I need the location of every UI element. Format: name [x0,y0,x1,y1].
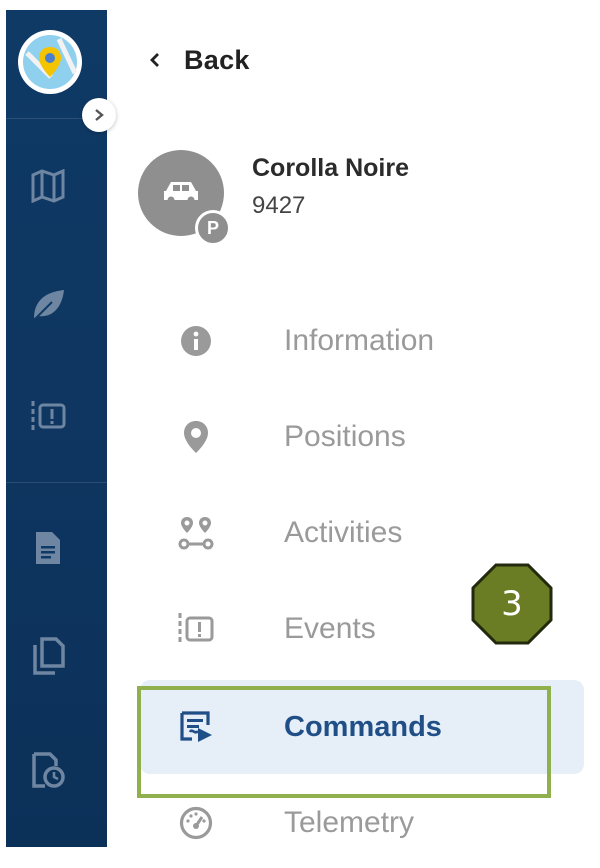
step-number: 3 [501,584,523,624]
chevron-right-icon [95,109,104,121]
copy-icon[interactable] [28,636,68,676]
parked-status-badge: P [195,210,231,246]
expand-sidebar-button[interactable] [82,98,116,132]
report-clock-icon[interactable] [28,750,68,790]
menu-item-label: Activities [284,516,403,549]
menu-item-positions[interactable]: Positions [140,392,584,482]
menu-item-label: Positions [284,420,406,453]
menu-item-label: Commands [284,710,442,743]
vehicle-avatar: P [138,150,231,246]
map-icon[interactable] [28,166,68,206]
menu-item-label: Information [284,324,435,357]
menu-item-label: Telemetry [284,806,415,839]
document-icon[interactable] [28,528,68,568]
leaf-icon[interactable] [28,284,68,324]
app-logo-icon[interactable] [18,30,82,94]
location-pin-icon [174,415,218,459]
vehicle-id: 9427 [252,192,306,219]
vehicle-name: Corolla Noire [252,154,409,182]
gauge-icon [174,801,218,845]
menu-item-information[interactable]: Information [140,296,584,386]
chevron-left-icon [150,53,159,67]
info-icon [174,319,218,363]
menu-item-telemetry[interactable]: Telemetry [140,778,584,868]
car-icon [164,182,198,204]
activities-route-icon [174,511,218,555]
step-number-marker: 3 [470,562,554,646]
menu-item-label: Events [284,612,376,645]
back-button[interactable]: Back [148,38,250,82]
events-alert-icon[interactable] [28,396,68,436]
rail-divider [6,482,107,483]
menu-item-commands[interactable]: Commands [140,680,584,774]
side-rail [0,0,116,847]
commands-icon [174,705,218,749]
back-label: Back [184,44,250,75]
events-alert-icon [174,607,218,651]
